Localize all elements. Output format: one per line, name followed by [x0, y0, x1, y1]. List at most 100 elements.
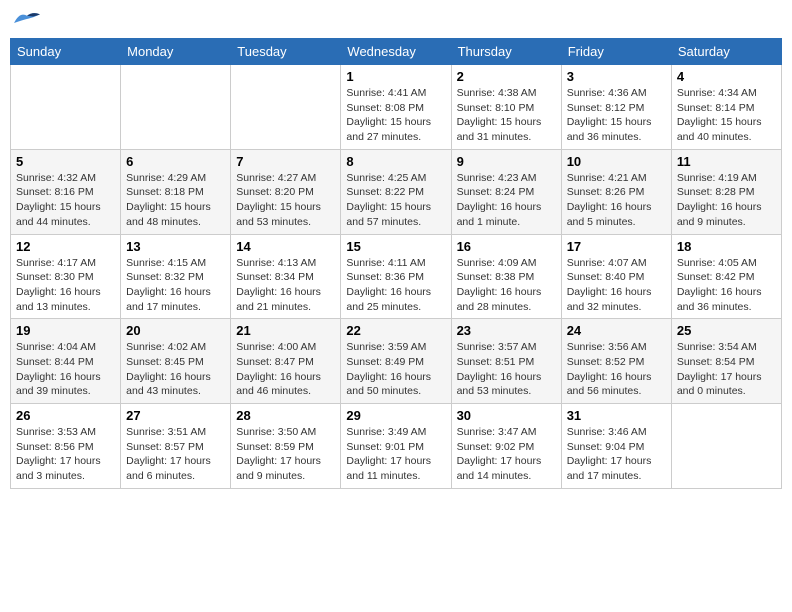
calendar-cell: 11Sunrise: 4:19 AMSunset: 8:28 PMDayligh… [671, 149, 781, 234]
col-header-monday: Monday [121, 39, 231, 65]
day-info: Sunrise: 4:00 AMSunset: 8:47 PMDaylight:… [236, 340, 335, 399]
week-row-1: 1 Sunrise: 4:41 AMSunset: 8:08 PMDaylight… [11, 65, 782, 150]
day-info: Sunrise: 4:27 AMSunset: 8:20 PMDaylight:… [236, 171, 335, 230]
day-info: Sunrise: 3:46 AMSunset: 9:04 PMDaylight:… [567, 425, 666, 484]
day-number: 4 [677, 69, 776, 84]
calendar-cell [671, 404, 781, 489]
day-number: 13 [126, 239, 225, 254]
calendar-cell [11, 65, 121, 150]
day-info: Sunrise: 4:11 AMSunset: 8:36 PMDaylight:… [346, 256, 445, 315]
day-number: 6 [126, 154, 225, 169]
day-number: 17 [567, 239, 666, 254]
page-header [10, 10, 782, 28]
day-info: Sunrise: 4:29 AMSunset: 8:18 PMDaylight:… [126, 171, 225, 230]
calendar-cell: 8Sunrise: 4:25 AMSunset: 8:22 PMDaylight… [341, 149, 451, 234]
day-number: 29 [346, 408, 445, 423]
col-header-sunday: Sunday [11, 39, 121, 65]
calendar-cell: 25 Sunrise: 3:54 AMSunset: 8:54 PMDayligh… [671, 319, 781, 404]
day-info: Sunrise: 3:51 AMSunset: 8:57 PMDaylight:… [126, 425, 225, 484]
day-number: 22 [346, 323, 445, 338]
day-number: 27 [126, 408, 225, 423]
logo-bird-icon [12, 10, 42, 28]
day-number: 19 [16, 323, 115, 338]
day-info: Sunrise: 4:15 AMSunset: 8:32 PMDaylight:… [126, 256, 225, 315]
day-number: 16 [457, 239, 556, 254]
calendar-cell: 21 Sunrise: 4:00 AMSunset: 8:47 PMDayligh… [231, 319, 341, 404]
week-row-3: 12 Sunrise: 4:17 AMSunset: 8:30 PMDayligh… [11, 234, 782, 319]
day-info: Sunrise: 4:41 AMSunset: 8:08 PMDaylight:… [346, 86, 445, 145]
calendar-cell: 15 Sunrise: 4:11 AMSunset: 8:36 PMDayligh… [341, 234, 451, 319]
col-header-saturday: Saturday [671, 39, 781, 65]
col-header-tuesday: Tuesday [231, 39, 341, 65]
calendar-cell: 18 Sunrise: 4:05 AMSunset: 8:42 PMDayligh… [671, 234, 781, 319]
calendar-cell: 16 Sunrise: 4:09 AMSunset: 8:38 PMDayligh… [451, 234, 561, 319]
day-number: 2 [457, 69, 556, 84]
calendar-cell: 26Sunrise: 3:53 AMSunset: 8:56 PMDayligh… [11, 404, 121, 489]
day-info: Sunrise: 3:56 AMSunset: 8:52 PMDaylight:… [567, 340, 666, 399]
day-number: 1 [346, 69, 445, 84]
day-info: Sunrise: 4:34 AMSunset: 8:14 PMDaylight:… [677, 86, 776, 145]
calendar-cell: 5Sunrise: 4:32 AMSunset: 8:16 PMDaylight… [11, 149, 121, 234]
calendar-cell: 20 Sunrise: 4:02 AMSunset: 8:45 PMDayligh… [121, 319, 231, 404]
calendar-cell: 10 Sunrise: 4:21 AMSunset: 8:26 PMDayligh… [561, 149, 671, 234]
calendar-cell: 1 Sunrise: 4:41 AMSunset: 8:08 PMDaylight… [341, 65, 451, 150]
calendar-cell: 24 Sunrise: 3:56 AMSunset: 8:52 PMDayligh… [561, 319, 671, 404]
day-info: Sunrise: 3:57 AMSunset: 8:51 PMDaylight:… [457, 340, 556, 399]
day-number: 18 [677, 239, 776, 254]
day-info: Sunrise: 3:54 AMSunset: 8:54 PMDaylight:… [677, 340, 776, 399]
calendar-cell: 3 Sunrise: 4:36 AMSunset: 8:12 PMDaylight… [561, 65, 671, 150]
week-row-2: 5Sunrise: 4:32 AMSunset: 8:16 PMDaylight… [11, 149, 782, 234]
calendar-cell: 2 Sunrise: 4:38 AMSunset: 8:10 PMDaylight… [451, 65, 561, 150]
day-info: Sunrise: 4:19 AMSunset: 8:28 PMDaylight:… [677, 171, 776, 230]
day-info: Sunrise: 3:47 AMSunset: 9:02 PMDaylight:… [457, 425, 556, 484]
day-number: 25 [677, 323, 776, 338]
calendar-header-row: SundayMondayTuesdayWednesdayThursdayFrid… [11, 39, 782, 65]
day-number: 3 [567, 69, 666, 84]
day-info: Sunrise: 4:23 AMSunset: 8:24 PMDaylight:… [457, 171, 556, 230]
day-number: 28 [236, 408, 335, 423]
calendar-cell: 29 Sunrise: 3:49 AMSunset: 9:01 PMDayligh… [341, 404, 451, 489]
day-number: 23 [457, 323, 556, 338]
day-number: 7 [236, 154, 335, 169]
day-info: Sunrise: 3:53 AMSunset: 8:56 PMDaylight:… [16, 425, 115, 484]
col-header-friday: Friday [561, 39, 671, 65]
day-info: Sunrise: 3:59 AMSunset: 8:49 PMDaylight:… [346, 340, 445, 399]
col-header-thursday: Thursday [451, 39, 561, 65]
day-number: 9 [457, 154, 556, 169]
day-info: Sunrise: 4:32 AMSunset: 8:16 PMDaylight:… [16, 171, 115, 230]
week-row-4: 19 Sunrise: 4:04 AMSunset: 8:44 PMDayligh… [11, 319, 782, 404]
day-info: Sunrise: 4:04 AMSunset: 8:44 PMDaylight:… [16, 340, 115, 399]
logo [10, 10, 42, 28]
calendar-cell: 7 Sunrise: 4:27 AMSunset: 8:20 PMDaylight… [231, 149, 341, 234]
day-info: Sunrise: 4:38 AMSunset: 8:10 PMDaylight:… [457, 86, 556, 145]
day-info: Sunrise: 3:50 AMSunset: 8:59 PMDaylight:… [236, 425, 335, 484]
day-number: 12 [16, 239, 115, 254]
calendar-cell: 22 Sunrise: 3:59 AMSunset: 8:49 PMDayligh… [341, 319, 451, 404]
day-number: 24 [567, 323, 666, 338]
calendar-cell: 30Sunrise: 3:47 AMSunset: 9:02 PMDayligh… [451, 404, 561, 489]
day-number: 10 [567, 154, 666, 169]
day-info: Sunrise: 4:05 AMSunset: 8:42 PMDaylight:… [677, 256, 776, 315]
day-info: Sunrise: 4:13 AMSunset: 8:34 PMDaylight:… [236, 256, 335, 315]
calendar-cell [121, 65, 231, 150]
calendar-cell: 6 Sunrise: 4:29 AMSunset: 8:18 PMDaylight… [121, 149, 231, 234]
day-info: Sunrise: 4:17 AMSunset: 8:30 PMDaylight:… [16, 256, 115, 315]
calendar-cell: 28 Sunrise: 3:50 AMSunset: 8:59 PMDayligh… [231, 404, 341, 489]
calendar-cell: 19 Sunrise: 4:04 AMSunset: 8:44 PMDayligh… [11, 319, 121, 404]
day-number: 20 [126, 323, 225, 338]
day-info: Sunrise: 4:21 AMSunset: 8:26 PMDaylight:… [567, 171, 666, 230]
day-info: Sunrise: 4:02 AMSunset: 8:45 PMDaylight:… [126, 340, 225, 399]
calendar-cell: 9 Sunrise: 4:23 AMSunset: 8:24 PMDaylight… [451, 149, 561, 234]
calendar-cell: 13 Sunrise: 4:15 AMSunset: 8:32 PMDayligh… [121, 234, 231, 319]
calendar-cell [231, 65, 341, 150]
calendar-cell: 31 Sunrise: 3:46 AMSunset: 9:04 PMDayligh… [561, 404, 671, 489]
calendar-table: SundayMondayTuesdayWednesdayThursdayFrid… [10, 38, 782, 489]
day-info: Sunrise: 4:09 AMSunset: 8:38 PMDaylight:… [457, 256, 556, 315]
calendar-cell: 27 Sunrise: 3:51 AMSunset: 8:57 PMDayligh… [121, 404, 231, 489]
day-number: 15 [346, 239, 445, 254]
day-number: 21 [236, 323, 335, 338]
calendar-cell: 23 Sunrise: 3:57 AMSunset: 8:51 PMDayligh… [451, 319, 561, 404]
day-number: 31 [567, 408, 666, 423]
day-info: Sunrise: 3:49 AMSunset: 9:01 PMDaylight:… [346, 425, 445, 484]
day-info: Sunrise: 4:36 AMSunset: 8:12 PMDaylight:… [567, 86, 666, 145]
